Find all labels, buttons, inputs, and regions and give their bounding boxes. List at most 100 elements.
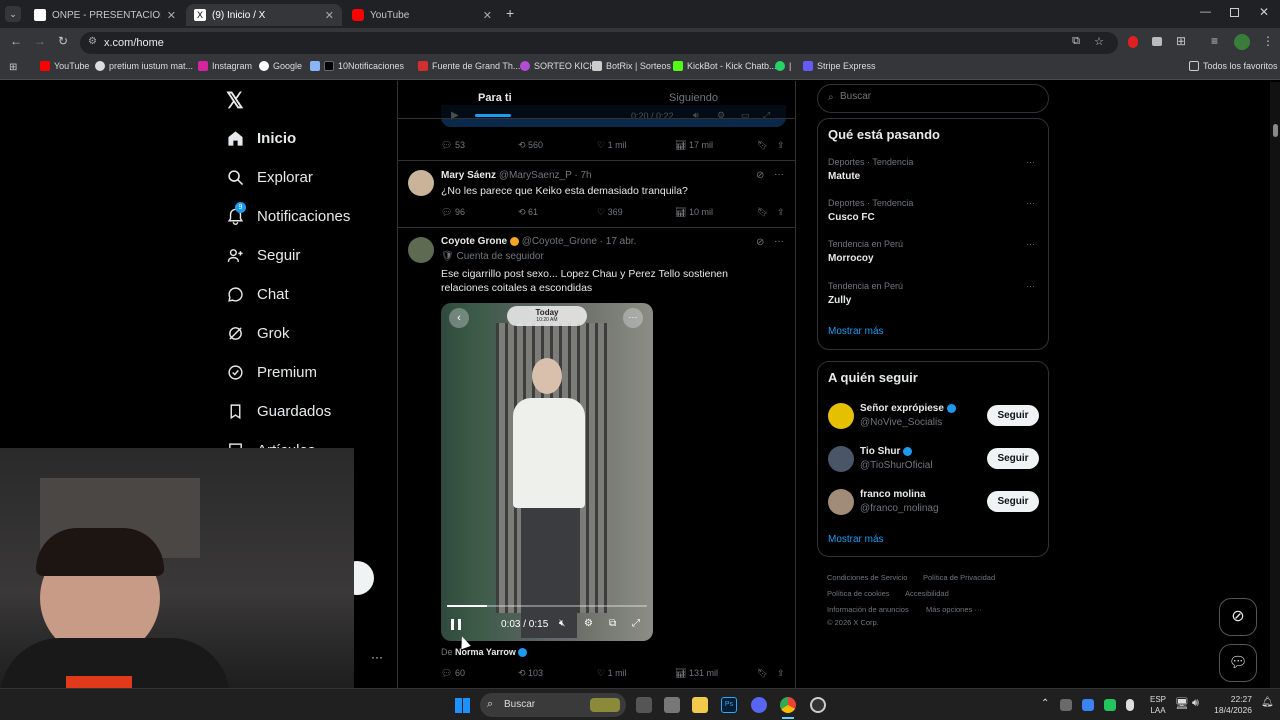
tab-x-inicio[interactable]: X (9) Inicio / X ✕: [186, 4, 342, 26]
footer-link[interactable]: Información de anuncios: [827, 605, 909, 614]
mute-icon[interactable]: 🔇︎: [559, 618, 565, 629]
trend-item[interactable]: Tendencia en Perú Zully ···: [828, 281, 1040, 306]
search-box[interactable]: ⌕: [817, 84, 1049, 113]
show-more-link[interactable]: Mostrar más: [828, 534, 884, 545]
bookmark-pretium[interactable]: pretium iustum mat...: [95, 61, 193, 71]
grok-icon[interactable]: ⊘: [756, 237, 764, 248]
sidebar-item-seguir[interactable]: Seguir: [226, 246, 300, 264]
follow-suggestion[interactable]: Señor exprópiese @NoVive_Socialis Seguir: [828, 402, 1050, 432]
sidebar-item-guardados[interactable]: Guardados: [226, 402, 331, 420]
notification-bell-icon[interactable]: 🔔︎: [1261, 697, 1274, 708]
close-tab-icon[interactable]: ✕: [483, 9, 492, 22]
like-button[interactable]: ♡ 1 mil: [597, 140, 675, 151]
bookmark-10notificaciones[interactable]: 10Notificaciones: [310, 61, 404, 71]
close-tab-icon[interactable]: ✕: [167, 9, 176, 22]
like-button[interactable]: ♡ 369: [597, 207, 675, 218]
chrome-icon[interactable]: [780, 697, 796, 713]
footer-link[interactable]: Política de Privacidad: [923, 573, 995, 582]
sidebar-item-inicio[interactable]: Inicio: [226, 129, 296, 147]
close-window-icon[interactable]: ✕: [1259, 5, 1269, 19]
bookmark-icon[interactable]: 🔖︎: [757, 207, 777, 218]
discord-icon[interactable]: [751, 697, 767, 713]
task-view-icon[interactable]: [636, 697, 652, 713]
trend-item[interactable]: Tendencia en Perú Morrocoy ···: [828, 239, 1040, 264]
more-options-icon[interactable]: ···: [1026, 239, 1035, 249]
bookmark-grand-theft[interactable]: Fuente de Grand Th...: [418, 61, 520, 71]
follow-button[interactable]: Seguir: [987, 448, 1039, 469]
bookmark-youtube[interactable]: YouTube: [40, 61, 89, 71]
avatar[interactable]: [408, 237, 434, 263]
volume-icon[interactable]: 🔊︎: [1192, 697, 1199, 710]
views-button[interactable]: 📊︎ 10 mil: [675, 207, 757, 218]
tray-icon[interactable]: [1060, 699, 1072, 711]
tweet-mary-saenz[interactable]: Mary Sáenz @MarySaenz_P · 7h ⊘ ··· ¿No l…: [398, 161, 795, 228]
file-explorer-icon[interactable]: [692, 697, 708, 713]
sidebar-item-chat[interactable]: Chat: [226, 285, 289, 303]
footer-link[interactable]: Condiciones de Servicio: [827, 573, 907, 582]
settings-icon[interactable]: ⚙: [584, 618, 593, 629]
bookmark-kickbot[interactable]: KickBot - Kick Chatb...: [673, 61, 777, 71]
reading-list-icon[interactable]: ≡: [1211, 34, 1218, 48]
search-input[interactable]: [840, 91, 1040, 102]
clock[interactable]: 22:27 18/4/2026: [1214, 694, 1252, 716]
extensions-puzzle-icon[interactable]: ⊞: [1176, 34, 1186, 48]
views-button[interactable]: 📊︎ 17 mil: [675, 140, 757, 151]
footer-link[interactable]: Política de cookies: [827, 589, 890, 598]
extension-icon[interactable]: [1152, 37, 1162, 46]
bookmark-icon[interactable]: 🔖︎: [757, 668, 777, 679]
grok-icon[interactable]: ⊘: [756, 170, 764, 181]
reply-button[interactable]: 💬︎ 60: [441, 668, 518, 679]
install-app-icon[interactable]: ⧉: [1072, 35, 1080, 48]
repost-button[interactable]: ⟲ 560: [518, 140, 597, 151]
fullscreen-icon[interactable]: ⤢: [632, 618, 640, 629]
avatar[interactable]: [408, 170, 434, 196]
profile-avatar[interactable]: [1234, 34, 1250, 50]
back-icon[interactable]: ←: [10, 34, 22, 48]
tab-para-ti[interactable]: Para ti: [478, 92, 512, 104]
source-author-link[interactable]: Norma Yarrow: [455, 647, 516, 657]
taskbar-search[interactable]: ⌕ Buscar: [480, 693, 626, 717]
bookmark-google[interactable]: Google: [259, 61, 302, 71]
sidebar-item-grok[interactable]: Grok: [226, 324, 290, 342]
avatar[interactable]: [828, 446, 854, 472]
author-handle[interactable]: @Coyote_Grone · 17 abr.: [522, 236, 637, 247]
scrollbar-thumb[interactable]: [1273, 124, 1278, 137]
x-logo-icon[interactable]: 𝕏: [226, 88, 244, 114]
all-bookmarks[interactable]: Todos los favoritos: [1189, 61, 1278, 71]
tab-youtube[interactable]: YouTube ✕: [344, 4, 500, 26]
bookmark-stripe[interactable]: Stripe Express: [803, 61, 876, 71]
follow-suggestion[interactable]: franco molina @franco_molinag Seguir: [828, 488, 1050, 518]
bookmark-whatsapp[interactable]: |: [775, 61, 791, 71]
more-options-icon[interactable]: ···: [1026, 198, 1035, 208]
repost-button[interactable]: ⟲ 103: [518, 668, 597, 679]
video-progress-track[interactable]: [447, 605, 647, 607]
tray-chevron-icon[interactable]: ⌃: [1041, 698, 1049, 709]
avatar[interactable]: [828, 489, 854, 515]
follow-suggestion[interactable]: Tio Shur @TioShurOficial Seguir: [828, 445, 1050, 475]
bookmark-star-icon[interactable]: ☆: [1094, 35, 1104, 48]
share-icon[interactable]: ⇪: [777, 668, 785, 679]
tray-icon[interactable]: [1082, 699, 1094, 711]
pause-icon[interactable]: [451, 619, 461, 630]
restore-icon[interactable]: [1230, 8, 1239, 17]
menu-dots-icon[interactable]: ⋮: [1262, 34, 1274, 48]
views-button[interactable]: 📊︎ 131 mil: [675, 668, 757, 679]
bookmark-botrix[interactable]: BotRix | Sorteos: [592, 61, 671, 71]
address-bar[interactable]: ⚙ x.com/home ⧉ ☆: [80, 32, 1118, 54]
share-icon[interactable]: ⇪: [777, 207, 785, 218]
follow-button[interactable]: Seguir: [987, 405, 1039, 426]
tab-list-chevron-icon[interactable]: ⌄: [5, 6, 21, 22]
app-icon[interactable]: [664, 697, 680, 713]
reply-button[interactable]: 💬︎ 96: [441, 207, 518, 218]
tab-onpe[interactable]: ONPE - PRESENTACIÓN DE RES ✕: [26, 4, 184, 26]
account-more-icon[interactable]: ···: [371, 650, 383, 664]
bookmark-instagram[interactable]: Instagram: [198, 61, 252, 71]
tray-icon[interactable]: [1104, 699, 1116, 711]
trend-item[interactable]: Deportes · Tendencia Matute ···: [828, 157, 1040, 182]
page-scrollbar[interactable]: [1270, 82, 1280, 688]
show-more-link[interactable]: Mostrar más: [828, 326, 884, 337]
close-tab-icon[interactable]: ✕: [325, 9, 334, 22]
app-icon[interactable]: [810, 697, 826, 713]
avatar[interactable]: [828, 403, 854, 429]
new-tab-button[interactable]: +: [506, 5, 514, 21]
